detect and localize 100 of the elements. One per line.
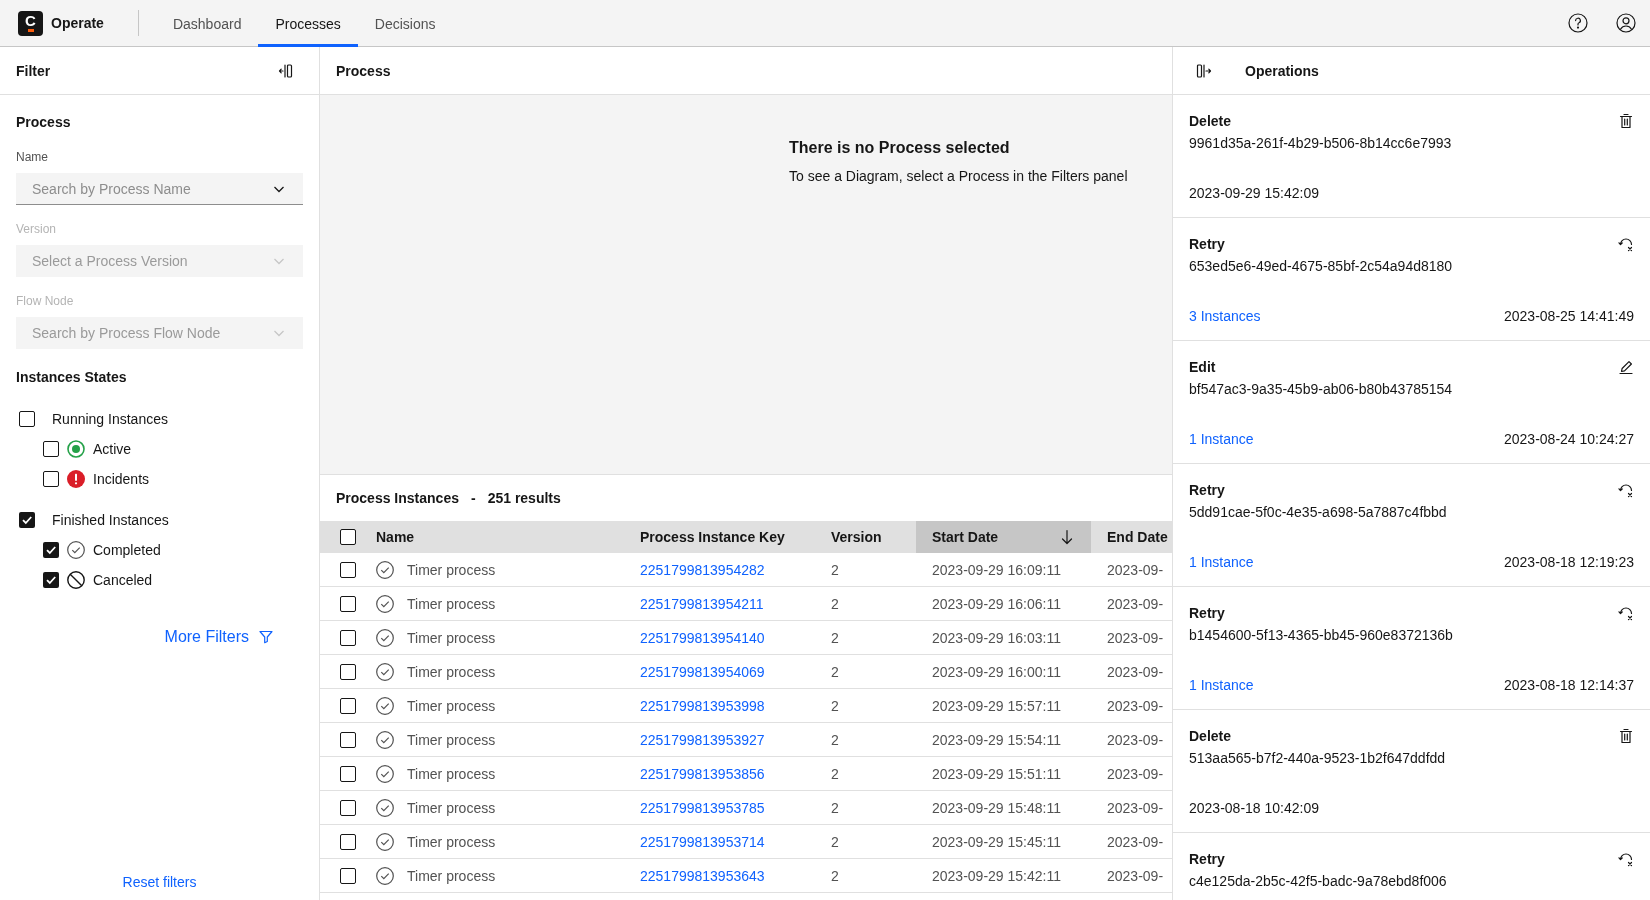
operation-id: c4e125da-2b5c-42f5-badc-9a78ebd8f006 [1189,872,1447,891]
checkbox[interactable] [340,833,356,850]
table-title: Process Instances [336,490,459,506]
operation-id: 9961d35a-261f-4b29-b506-8b14cc6e7993 [1189,134,1452,153]
user-icon[interactable] [1616,13,1636,33]
checkbox[interactable] [43,441,59,457]
instances-link[interactable]: 1 Instance [1189,554,1254,570]
logo-mark: C [18,10,43,36]
checkbox[interactable] [340,867,356,884]
panel-title: Filter [16,62,51,79]
instance-key-link[interactable]: 2251799813954282 [640,561,765,578]
empty-state-text: To see a Diagram, select a Process in the Filters panel [789,167,1128,185]
panel-title: Operations [1245,62,1319,79]
instance-key-link[interactable]: 2251799813953785 [640,799,765,816]
process-name: Timer process [407,629,496,646]
instances-link[interactable]: 1 Instance [1189,431,1254,447]
checkbox-label: Finished Instances [52,512,169,528]
instance-key-link[interactable]: 2251799813953927 [640,731,765,748]
column-header[interactable]: Version [815,521,916,553]
alert-icon [67,470,85,488]
slashed-circle-icon [67,571,85,589]
version-text: 2 [831,731,839,748]
end-date: 2023-09- [1107,731,1164,748]
process-name: Timer process [407,595,496,612]
column-header[interactable]: Process Instance Key [624,521,815,553]
more-filters-button[interactable]: More Filters [148,620,289,654]
instance-key-link[interactable]: 2251799813953714 [640,833,765,850]
section-title: Instances States [16,368,128,387]
field-label: Flow Node [16,293,74,309]
checkbox[interactable] [340,629,356,646]
retry-icon[interactable] [1618,236,1634,252]
version-text: 2 [831,561,839,578]
checkbox[interactable] [340,529,356,545]
checkbox[interactable] [340,799,356,816]
operation-date: 2023-08-24 10:24:27 [1504,431,1634,447]
instance-key-link[interactable]: 2251799813953643 [640,867,765,884]
select-field[interactable]: Search by Process Name [16,173,303,205]
operation-id: b1454600-5f13-4365-bb45-960e8372136b [1189,626,1453,645]
start-date: 2023-09-29 16:06:11 [932,595,1061,612]
check-circle-icon [376,628,394,647]
instance-key-link[interactable]: 2251799813954069 [640,663,765,680]
operation-date: 2023-08-18 12:14:37 [1504,677,1634,693]
process-name: Timer process [407,765,496,782]
expand-panel-icon[interactable] [1196,62,1212,79]
check-circle-icon [376,730,394,749]
checkbox[interactable] [340,731,356,748]
pencil-icon[interactable] [1618,359,1634,375]
start-date: 2023-09-29 16:03:11 [932,629,1061,646]
checkbox[interactable] [340,595,356,612]
field-label: Name [16,149,48,165]
end-date: 2023-09- [1107,765,1164,782]
nav-tab[interactable]: Decisions [357,0,453,47]
version-text: 2 [831,799,839,816]
checkbox[interactable] [340,765,356,782]
trash-icon[interactable] [1618,728,1634,744]
nav-tab[interactable]: Processes [258,0,358,47]
column-header[interactable]: Start Date [916,521,1091,553]
checkbox[interactable] [43,542,59,558]
version-text: 2 [831,629,839,646]
field-label: Version [16,221,57,237]
check-circle-icon [67,541,85,559]
checkbox[interactable] [43,471,59,487]
instances-link[interactable]: 1 Instance [1189,677,1254,693]
start-date: 2023-09-29 15:48:11 [932,799,1061,816]
process-name: Timer process [407,561,496,578]
version-text: 2 [831,765,839,782]
instance-key-link[interactable]: 2251799813953998 [640,697,765,714]
end-date: 2023-09- [1107,595,1164,612]
trash-icon[interactable] [1618,113,1634,129]
title-separator: - [470,490,476,506]
column-header[interactable]: End Date [1091,521,1172,553]
instance-key-link[interactable]: 2251799813954140 [640,629,765,646]
collapse-icon[interactable] [278,62,294,79]
operation-date: 2023-09-29 15:42:09 [1189,185,1319,201]
checkbox[interactable] [340,663,356,680]
instance-key-link[interactable]: 2251799813954211 [640,595,764,612]
checkbox-label: Completed [93,542,161,558]
help-icon[interactable] [1568,13,1588,33]
checkbox[interactable] [340,697,356,714]
retry-icon[interactable] [1618,605,1634,621]
instance-key-link[interactable]: 2251799813953856 [640,765,765,782]
retry-icon[interactable] [1618,482,1634,498]
instances-link[interactable]: 3 Instances [1189,308,1261,324]
checkbox[interactable] [340,561,356,578]
checkbox[interactable] [19,512,35,528]
checkbox-label: Incidents [93,471,150,487]
retry-icon[interactable] [1618,851,1634,867]
nav-tab[interactable]: Dashboard [155,0,259,47]
column-header[interactable]: Name [360,521,624,553]
operation-title: Retry [1189,605,1225,621]
operation-title: Delete [1189,113,1232,129]
empty-state-title: There is no Process selected [789,138,1010,158]
filter-icon [259,630,273,644]
checkbox[interactable] [19,411,35,427]
checkbox[interactable] [43,572,59,588]
start-date: 2023-09-29 15:51:11 [932,765,1061,782]
version-text: 2 [831,663,839,680]
operation-date: 2023-08-18 10:42:09 [1189,800,1319,816]
version-text: 2 [831,867,839,884]
reset-filters-link[interactable]: Reset filters [122,874,197,890]
